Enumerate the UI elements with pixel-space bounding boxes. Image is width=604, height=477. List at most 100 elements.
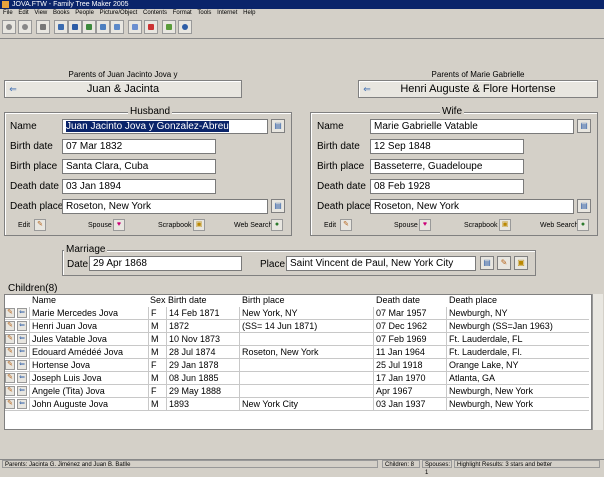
- child-parents-icon[interactable]: ⇐: [17, 360, 27, 370]
- child-death-date[interactable]: 11 Jan 1964: [376, 346, 446, 358]
- child-name[interactable]: Angele (Tita) Jova: [32, 385, 150, 397]
- report-view-icon[interactable]: [110, 20, 124, 34]
- husband-edit-icon[interactable]: ✎: [34, 219, 46, 231]
- husband-death-place-detail-icon[interactable]: ▤: [271, 199, 285, 213]
- edit-child-icon[interactable]: ✎: [5, 334, 15, 344]
- child-parents-icon[interactable]: ⇐: [17, 334, 27, 344]
- child-name[interactable]: Marie Mercedes Jova: [32, 307, 150, 319]
- table-row[interactable]: ✎ ⇐ Angele (Tita) Jova F 29 May 1888 Apr 1967…: [5, 385, 589, 398]
- wife-birth-date-field[interactable]: 12 Sep 1848: [370, 139, 524, 154]
- child-name[interactable]: Hortense Jova: [32, 359, 150, 371]
- marriage-edit-icon[interactable]: ✎: [497, 256, 511, 270]
- menu-tools[interactable]: Tools: [197, 10, 211, 16]
- book-icon[interactable]: [128, 20, 142, 34]
- scrapbook-icon[interactable]: [144, 20, 158, 34]
- edit-child-icon[interactable]: ✎: [5, 373, 15, 383]
- child-name[interactable]: Jules Vatable Jova: [32, 333, 150, 345]
- child-birth-place[interactable]: New York City: [242, 398, 374, 410]
- wife-name-field[interactable]: Marie Gabrielle Vatable: [370, 119, 574, 134]
- child-death-place[interactable]: Orange Lake, NY: [449, 359, 589, 371]
- edit-child-icon[interactable]: ✎: [5, 321, 15, 331]
- child-birth-place[interactable]: (SS= 14 Jun 1871): [242, 320, 374, 332]
- child-parents-icon[interactable]: ⇐: [17, 399, 27, 409]
- child-sex[interactable]: M: [151, 320, 167, 332]
- wife-death-place-detail-icon[interactable]: ▤: [577, 199, 591, 213]
- child-parents-icon[interactable]: ⇐: [17, 308, 27, 318]
- child-death-place[interactable]: Newburgh (SS=Jan 1963): [449, 320, 589, 332]
- col-sex[interactable]: Sex: [150, 295, 166, 305]
- child-death-place[interactable]: Newburgh, New York: [449, 398, 589, 410]
- husband-scrapbook-icon[interactable]: ▣: [193, 219, 205, 231]
- print-icon[interactable]: [36, 20, 50, 34]
- edit-child-icon[interactable]: ✎: [5, 360, 15, 370]
- wife-death-date-field[interactable]: 08 Feb 1928: [370, 179, 524, 194]
- children-scrollbar[interactable]: [592, 294, 603, 430]
- menu-file[interactable]: File: [3, 10, 13, 16]
- wife-scrapbook-icon[interactable]: ▣: [499, 219, 511, 231]
- child-death-date[interactable]: 07 Feb 1969: [376, 333, 446, 345]
- edit-child-icon[interactable]: ✎: [5, 347, 15, 357]
- menu-view[interactable]: View: [34, 10, 47, 16]
- forward-icon[interactable]: [18, 20, 32, 34]
- child-death-place[interactable]: Atlanta, GA: [449, 372, 589, 384]
- pedigree-view-icon[interactable]: [68, 20, 82, 34]
- menu-format[interactable]: Format: [173, 10, 192, 16]
- help-icon[interactable]: [178, 20, 192, 34]
- col-death-date[interactable]: Death date: [376, 295, 420, 305]
- tree-view-icon[interactable]: [96, 20, 110, 34]
- col-name[interactable]: Name: [32, 295, 56, 305]
- table-row[interactable]: ✎ ⇐ Marie Mercedes Jova F 14 Feb 1871 New Yor…: [5, 307, 589, 320]
- menu-contents[interactable]: Contents: [143, 10, 167, 16]
- husband-spouse-icon[interactable]: ♥: [113, 219, 125, 231]
- husband-birth-date-field[interactable]: 07 Mar 1832: [62, 139, 216, 154]
- child-birth-date[interactable]: 1872: [169, 320, 239, 332]
- husband-birth-place-field[interactable]: Santa Clara, Cuba: [62, 159, 216, 174]
- child-name[interactable]: Edouard Amédéé Jova: [32, 346, 150, 358]
- child-death-date[interactable]: 25 Jul 1918: [376, 359, 446, 371]
- child-sex[interactable]: M: [151, 333, 167, 345]
- wife-spouse-icon[interactable]: ♥: [419, 219, 431, 231]
- family-view-icon[interactable]: [54, 20, 68, 34]
- marriage-scrapbook-icon[interactable]: ▣: [514, 256, 528, 270]
- child-sex[interactable]: F: [151, 385, 167, 397]
- child-birth-date[interactable]: 14 Feb 1871: [169, 307, 239, 319]
- child-birth-place[interactable]: Roseton, New York: [242, 346, 374, 358]
- table-row[interactable]: ✎ ⇐ Henri Juan Jova M 1872 (SS= 14 Jun 1871) 0…: [5, 320, 589, 333]
- table-row[interactable]: ✎ ⇐ Jules Vatable Jova M 10 Nov 1873 07 Feb 1…: [5, 333, 589, 346]
- wife-death-place-field[interactable]: Roseton, New York: [370, 199, 574, 214]
- child-name[interactable]: Joseph Luis Jova: [32, 372, 150, 384]
- marriage-place-field[interactable]: Saint Vincent de Paul, New York City: [286, 256, 476, 271]
- child-death-date[interactable]: 07 Mar 1957: [376, 307, 446, 319]
- husband-name-detail-icon[interactable]: ▤: [271, 119, 285, 133]
- husband-death-place-field[interactable]: Roseton, New York: [62, 199, 268, 214]
- table-row[interactable]: ✎ ⇐ Hortense Jova F 29 Jan 1878 25 Jul 1918 Or…: [5, 359, 589, 372]
- child-sex[interactable]: F: [151, 307, 167, 319]
- wife-edit-icon[interactable]: ✎: [340, 219, 352, 231]
- child-birth-date[interactable]: 08 Jun 1885: [169, 372, 239, 384]
- back-icon[interactable]: [2, 20, 16, 34]
- child-birth-date[interactable]: 29 Jan 1878: [169, 359, 239, 371]
- child-birth-date[interactable]: 29 May 1888: [169, 385, 239, 397]
- child-death-place[interactable]: Newburgh, New York: [449, 385, 589, 397]
- child-parents-icon[interactable]: ⇐: [17, 347, 27, 357]
- child-birth-date[interactable]: 1893: [169, 398, 239, 410]
- table-row[interactable]: ✎ ⇐ John Auguste Jova M 1893 New York City 03 …: [5, 398, 589, 411]
- child-death-date[interactable]: 17 Jan 1970: [376, 372, 446, 384]
- child-death-date[interactable]: Apr 1967: [376, 385, 446, 397]
- husband-name-field[interactable]: Juan Jacinto Jova y Gonzalez-Abreu: [62, 119, 268, 134]
- marriage-date-field[interactable]: 29 Apr 1868: [89, 256, 242, 271]
- menu-internet[interactable]: Internet: [217, 10, 237, 16]
- edit-child-icon[interactable]: ✎: [5, 308, 15, 318]
- tools-icon[interactable]: [162, 20, 176, 34]
- col-death-place[interactable]: Death place: [449, 295, 497, 305]
- child-birth-date[interactable]: 28 Jul 1874: [169, 346, 239, 358]
- child-birth-date[interactable]: 10 Nov 1873: [169, 333, 239, 345]
- menu-picture-object[interactable]: Picture/Object: [100, 10, 138, 16]
- child-sex[interactable]: M: [151, 398, 167, 410]
- wife-parents-button[interactable]: ⇐ Henri Auguste & Flore Hortense: [358, 80, 598, 98]
- menu-people[interactable]: People: [75, 10, 94, 16]
- menu-books[interactable]: Books: [53, 10, 70, 16]
- child-death-date[interactable]: 03 Jan 1937: [376, 398, 446, 410]
- child-death-place[interactable]: Ft. Lauderdale, Fl.: [449, 346, 589, 358]
- child-sex[interactable]: M: [151, 346, 167, 358]
